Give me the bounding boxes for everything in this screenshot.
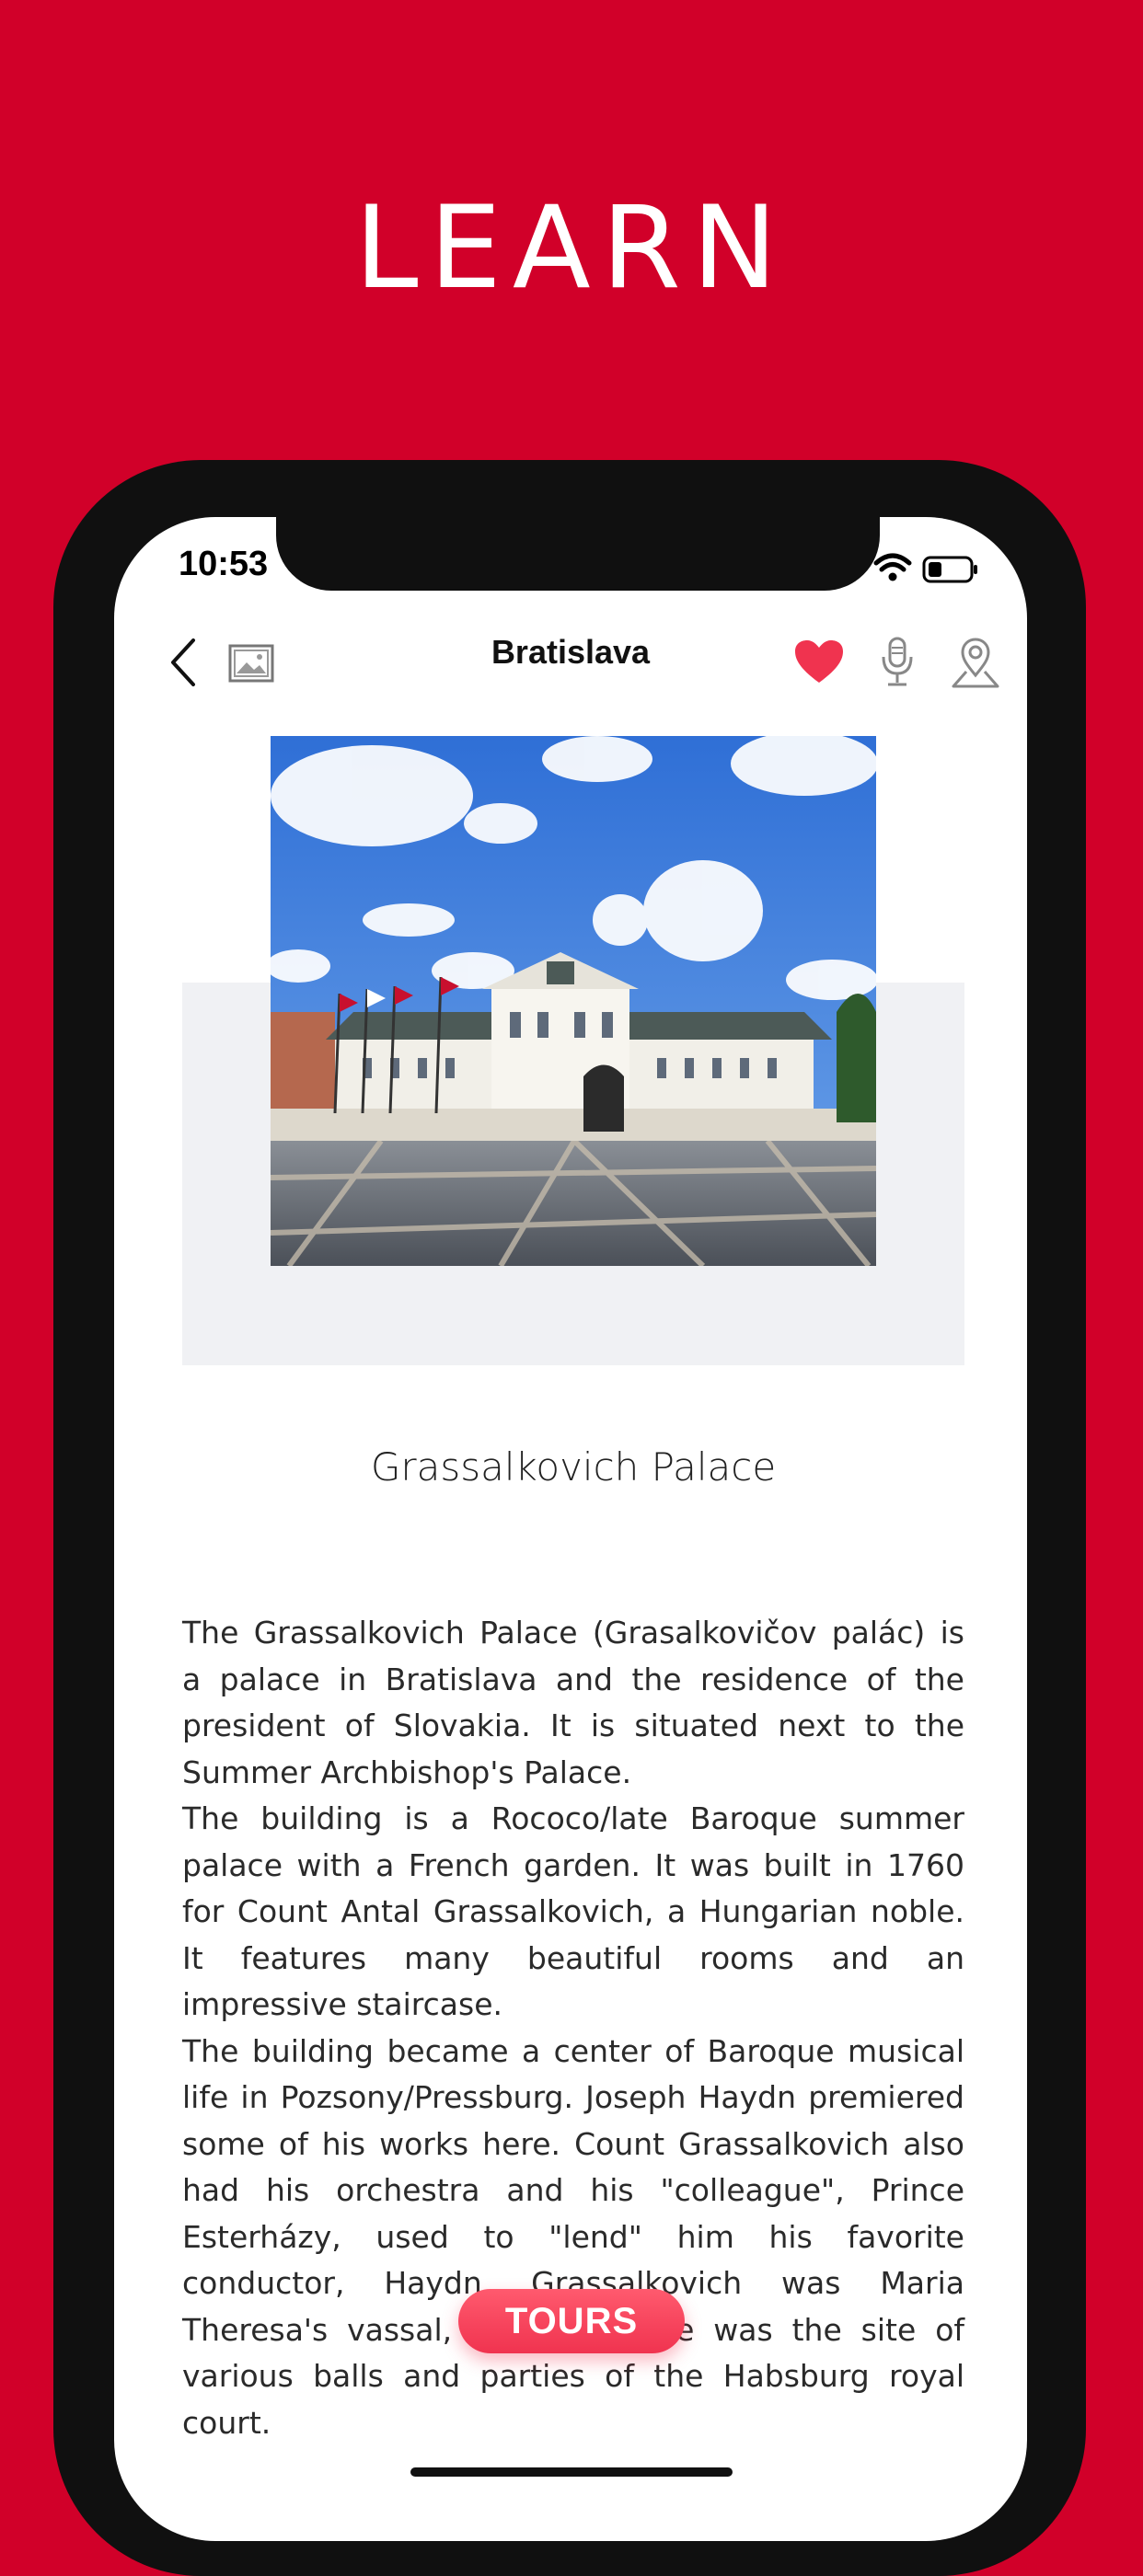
favorite-button[interactable] xyxy=(791,635,847,690)
map-button[interactable] xyxy=(948,635,1003,690)
promo-headline: LEARN xyxy=(354,182,789,315)
microphone-icon xyxy=(882,637,913,686)
battery-icon xyxy=(922,556,977,583)
status-time: 10:53 xyxy=(179,545,269,583)
audio-guide-button[interactable] xyxy=(871,635,926,690)
map-pin-icon xyxy=(952,638,999,688)
home-indicator[interactable] xyxy=(410,2467,733,2477)
tours-button[interactable]: TOURS xyxy=(458,2289,685,2353)
heart-icon xyxy=(795,640,843,683)
wifi-icon xyxy=(873,553,912,581)
description-paragraph: The Grassalkovich Palace (Grasalkovičov … xyxy=(182,1615,964,1790)
phone-notch xyxy=(276,517,880,591)
place-title: Grassalkovich Palace xyxy=(370,1444,777,1489)
status-icons xyxy=(873,553,977,583)
place-photo[interactable] xyxy=(271,736,876,1266)
description-paragraph: The building became a center of Baroque … xyxy=(182,2032,964,2441)
description-paragraph: The building is a Rococo/late Baroque su… xyxy=(182,1800,964,2022)
top-nav-bar: Bratislava xyxy=(114,616,1027,708)
